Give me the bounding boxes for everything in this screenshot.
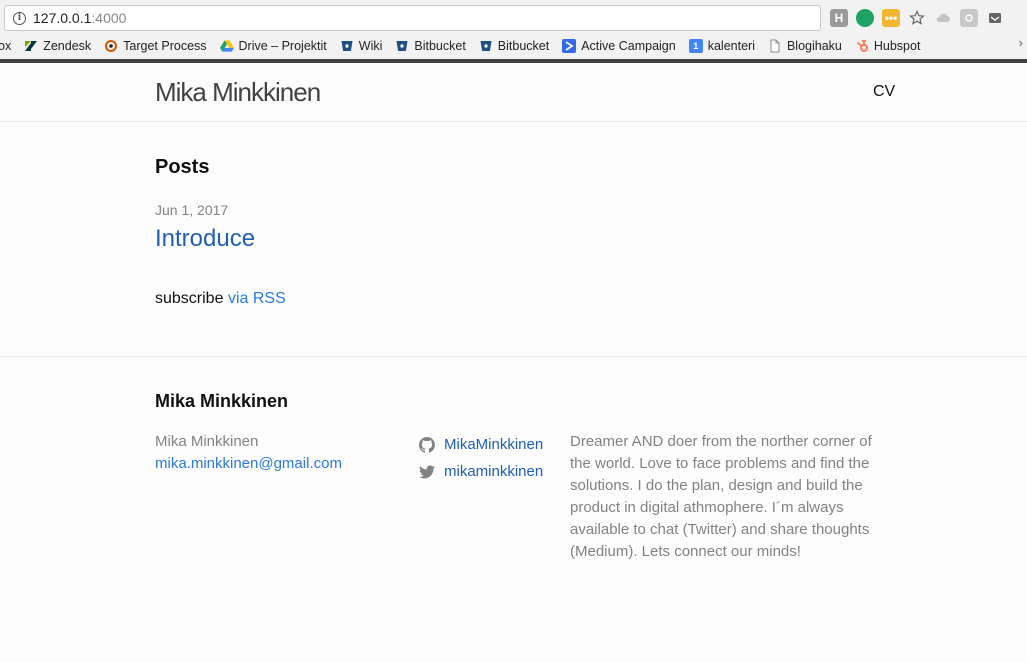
footer-email-link[interactable]: mika.minkkinen@gmail.com bbox=[155, 453, 342, 475]
post-title-link[interactable]: Introduce bbox=[155, 225, 255, 253]
url-host: 127.0.0.1 bbox=[33, 10, 92, 26]
bookmark-label: Wiki bbox=[358, 39, 383, 53]
bookmark-kalenteri[interactable]: 1 kalenteri bbox=[688, 39, 755, 53]
site-title[interactable]: Mika Minkkinen bbox=[155, 77, 321, 108]
twitter-link[interactable]: mikaminkkinen bbox=[444, 458, 543, 485]
bookmark-label: Drive – Projektit bbox=[238, 39, 327, 53]
bookmark-target-process[interactable]: Target Process bbox=[104, 39, 207, 53]
bookmark-hubspot[interactable]: Hubspot bbox=[855, 39, 921, 53]
github-link[interactable]: MikaMinkkinen bbox=[444, 431, 543, 458]
footer-description: Dreamer AND doer from the norther corner… bbox=[570, 433, 872, 560]
bookmark-label: ox bbox=[0, 39, 12, 53]
rss-link[interactable]: via RSS bbox=[228, 290, 286, 307]
omnibox-row: i 127.0.0.1:4000 H ••• bbox=[0, 0, 1027, 34]
bookmarks-bar: ox Zendesk Target Process Drive – Projek… bbox=[0, 35, 1027, 57]
info-icon[interactable]: i bbox=[13, 11, 26, 25]
star-icon[interactable] bbox=[908, 9, 926, 27]
page-icon bbox=[768, 39, 782, 53]
hubspot-icon bbox=[855, 39, 869, 53]
bookmark-zendesk[interactable]: Zendesk bbox=[24, 39, 91, 53]
twitter-social: mikaminkkinen bbox=[419, 458, 543, 485]
twitter-icon bbox=[419, 464, 435, 480]
bookmark-label: Bitbucket bbox=[414, 39, 466, 53]
posts-heading: Posts bbox=[155, 156, 210, 178]
bookmark-active-campaign[interactable]: Active Campaign bbox=[562, 39, 676, 53]
bookmark-bitbucket-1[interactable]: Bitbucket bbox=[395, 39, 466, 53]
bookmark-label: Zendesk bbox=[43, 39, 92, 53]
github-icon bbox=[419, 436, 435, 453]
dots-extension-icon[interactable]: ••• bbox=[882, 9, 900, 27]
more-bookmarks-chevron-icon[interactable]: › bbox=[1019, 35, 1023, 50]
bitbucket-icon bbox=[395, 39, 409, 53]
address-bar[interactable]: i 127.0.0.1:4000 bbox=[4, 5, 821, 31]
bookmark-label: kalenteri bbox=[707, 39, 755, 53]
activecampaign-icon bbox=[562, 39, 577, 53]
bookmark-wiki[interactable]: Wiki bbox=[340, 39, 383, 53]
browser-chrome: i 127.0.0.1:4000 H ••• ox Zendesk Targe… bbox=[0, 0, 1027, 60]
bookmark-blogihaku[interactable]: Blogihaku bbox=[768, 39, 842, 53]
nav-link-cv[interactable]: CV bbox=[873, 83, 895, 101]
drive-icon bbox=[219, 39, 234, 53]
footer-heading: Mika Minkkinen bbox=[155, 391, 289, 411]
green-bubble-icon[interactable] bbox=[856, 9, 874, 27]
footer-name: Mika Minkkinen bbox=[155, 433, 259, 450]
h-extension-icon[interactable]: H bbox=[830, 9, 848, 27]
site-header: Mika Minkkinen CV bbox=[0, 63, 1027, 122]
bookmark-label: Blogihaku bbox=[786, 39, 842, 53]
footer-social: MikaMinkkinen mikaminkkinen bbox=[419, 431, 543, 485]
subscribe-text: subscribe bbox=[155, 290, 224, 307]
camera-icon[interactable] bbox=[960, 9, 978, 27]
targetprocess-icon bbox=[104, 39, 118, 53]
footer-contact: Mika Minkkinen mika.minkkinen@gmail.com bbox=[155, 431, 342, 475]
extension-icons: H ••• bbox=[830, 8, 1004, 28]
mail-icon[interactable] bbox=[986, 9, 1004, 27]
cloud-icon[interactable] bbox=[934, 9, 952, 27]
bookmark-ox[interactable]: ox bbox=[0, 39, 11, 53]
bookmark-bitbucket-2[interactable]: Bitbucket bbox=[479, 39, 549, 53]
bookmark-label: Bitbucket bbox=[497, 39, 550, 53]
bookmark-label: Hubspot bbox=[873, 39, 921, 53]
calendar-icon: 1 bbox=[688, 39, 703, 53]
bitbucket-icon bbox=[479, 39, 493, 53]
bitbucket-icon bbox=[340, 39, 354, 53]
github-social: MikaMinkkinen bbox=[419, 431, 543, 458]
url-port: :4000 bbox=[91, 10, 127, 26]
subscribe-line: subscribe via RSS bbox=[155, 290, 286, 308]
footer-divider bbox=[0, 356, 1027, 357]
bookmark-label: Target Process bbox=[123, 39, 207, 53]
zendesk-icon bbox=[24, 39, 38, 53]
bookmark-drive[interactable]: Drive – Projektit bbox=[219, 39, 327, 53]
bookmark-label: Active Campaign bbox=[581, 39, 676, 53]
post-date: Jun 1, 2017 bbox=[155, 202, 229, 218]
